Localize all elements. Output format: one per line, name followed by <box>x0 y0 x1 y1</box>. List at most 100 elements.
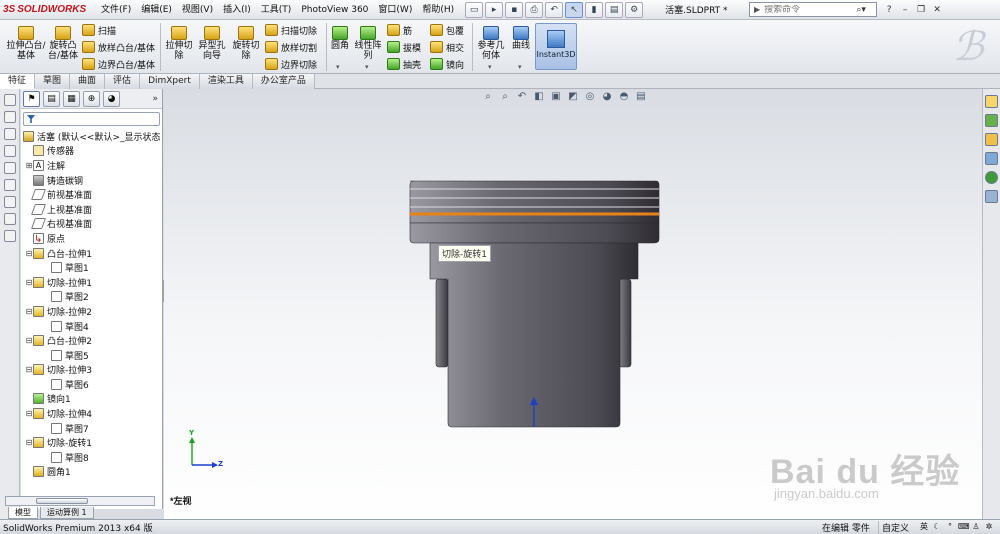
tree-node[interactable]: 草图4 <box>21 319 162 334</box>
options-button[interactable]: ⚙ <box>625 1 644 18</box>
menu-view[interactable]: 视图(V) <box>177 0 218 20</box>
strip-tool-icon[interactable] <box>3 128 16 140</box>
tab-evaluate[interactable]: 评估 <box>105 74 141 89</box>
rib-button[interactable]: 筋 <box>387 22 412 38</box>
status-custom[interactable]: 自定义 <box>878 520 916 534</box>
search-icon[interactable]: ⌕▾ <box>850 5 872 15</box>
chevron-right-icon[interactable]: » <box>152 94 158 104</box>
revolve-boss-button[interactable]: 旋转凸台/基体 <box>46 26 80 61</box>
search-input[interactable] <box>764 4 851 15</box>
restore-icon[interactable]: ❐ <box>915 5 927 15</box>
linear-pattern-button[interactable]: 线性阵列 <box>353 26 383 61</box>
tree-node[interactable]: 草图6 <box>21 377 162 392</box>
home-icon[interactable] <box>985 95 998 108</box>
help-icon[interactable]: ? <box>883 5 895 15</box>
extrude-cut-button[interactable]: 拉伸切除 <box>164 26 194 61</box>
tree-node[interactable]: 镜向1 <box>21 392 162 407</box>
undo-button[interactable]: ↶ <box>545 1 564 18</box>
menu-photoview[interactable]: PhotoView 360 <box>296 0 373 20</box>
wrap-button[interactable]: 包覆 <box>430 22 464 38</box>
swept-cut-button[interactable]: 扫描切除 <box>265 22 317 38</box>
ime-lang-icon[interactable]: 英 <box>919 522 929 532</box>
tree-node[interactable]: ↳ 原点 <box>21 231 162 246</box>
tree-node[interactable]: ⊟ 切除-拉伸3 <box>21 363 162 378</box>
custom-properties-icon[interactable] <box>985 190 998 203</box>
strip-tool-icon[interactable] <box>3 145 16 157</box>
intersect-button[interactable]: 相交 <box>430 39 464 55</box>
minimize-icon[interactable]: – <box>899 5 911 15</box>
expand-toggle-icon[interactable]: ⊟ <box>25 336 33 345</box>
strip-tool-icon[interactable] <box>3 179 16 191</box>
design-library-icon[interactable] <box>985 114 998 127</box>
dimxpert-tab-icon[interactable]: ⊕ <box>83 90 100 107</box>
chevron-down-icon[interactable]: ▾ <box>518 63 522 71</box>
tree-node[interactable]: 草图2 <box>21 290 162 305</box>
revolve-cut-button[interactable]: 旋转切除 <box>230 26 262 61</box>
hole-wizard-button[interactable]: 异型孔向导 <box>196 26 228 61</box>
lofted-cut-button[interactable]: 放样切割 <box>265 39 317 55</box>
tab-surfaces[interactable]: 曲面 <box>70 74 106 89</box>
expand-toggle-icon[interactable]: ⊟ <box>25 278 33 287</box>
menu-edit[interactable]: 编辑(E) <box>136 0 177 20</box>
open-button[interactable]: ▸ <box>485 1 504 18</box>
ime-user-icon[interactable]: ♙ <box>971 522 981 532</box>
select-button[interactable]: ↖ <box>565 1 584 18</box>
display-manager-tab-icon[interactable]: ◕ <box>103 90 120 107</box>
mirror-button[interactable]: 镜向 <box>430 56 464 72</box>
loft-button[interactable]: 放样凸台/基体 <box>82 39 155 55</box>
shell-button[interactable]: 抽壳 <box>387 56 421 72</box>
tab-render-tools[interactable]: 渲染工具 <box>199 74 253 89</box>
menu-tools[interactable]: 工具(T) <box>256 0 297 20</box>
tree-node[interactable]: 前视基准面 <box>21 187 162 202</box>
appearances-icon[interactable] <box>985 171 998 184</box>
strip-tool-icon[interactable] <box>3 111 16 123</box>
tree-node[interactable]: 传感器 <box>21 144 162 159</box>
curves-button[interactable]: 曲线 <box>508 26 534 51</box>
property-manager-tab-icon[interactable]: ▤ <box>43 90 60 107</box>
view-palette-icon[interactable] <box>985 152 998 165</box>
file-explorer-icon[interactable] <box>985 133 998 146</box>
tree-node[interactable]: 草图8 <box>21 450 162 465</box>
tree-node[interactable]: ⊟ 切除-拉伸4 <box>21 406 162 421</box>
expand-toggle-icon[interactable]: ⊟ <box>25 249 33 258</box>
tree-node[interactable]: 铸造碳钢 <box>21 173 162 188</box>
rebuild-button[interactable]: ▮ <box>585 1 604 18</box>
new-doc-button[interactable]: ▭ <box>465 1 484 18</box>
draft-button[interactable]: 拔模 <box>387 39 421 55</box>
tree-node[interactable]: 草图5 <box>21 348 162 363</box>
instant3d-button[interactable]: Instant3D <box>535 23 577 70</box>
solidworks-logo[interactable]: 3S SOLIDWORKS <box>0 4 96 15</box>
save-button[interactable]: ▪ <box>505 1 524 18</box>
expand-toggle-icon[interactable]: ⊟ <box>25 438 33 447</box>
strip-tool-icon[interactable] <box>3 213 16 225</box>
expand-toggle-icon[interactable]: ⊟ <box>25 307 33 316</box>
boundary-cut-button[interactable]: 边界切除 <box>265 56 317 72</box>
scrollbar-thumb[interactable] <box>36 498 88 504</box>
close-icon[interactable]: ✕ <box>931 5 943 15</box>
tree-node[interactable]: ⊟ 切除-拉伸2 <box>21 304 162 319</box>
tree-horizontal-scrollbar[interactable] <box>5 496 155 506</box>
ref-geometry-button[interactable]: 参考几何体 <box>476 26 506 61</box>
expand-toggle-icon[interactable]: ⊞ <box>25 161 33 170</box>
tree-node[interactable]: ⊟ 凸台-拉伸2 <box>21 333 162 348</box>
tab-features[interactable]: 特征 <box>0 74 36 89</box>
tree-node[interactable]: ⊞ A 注解 <box>21 158 162 173</box>
file-props-button[interactable]: ▤ <box>605 1 624 18</box>
config-manager-tab-icon[interactable]: ▦ <box>63 90 80 107</box>
ime-moon-icon[interactable]: ☾ <box>932 522 942 532</box>
ime-punct-icon[interactable]: ° <box>945 522 955 532</box>
boundary-boss-button[interactable]: 边界凸台/基体 <box>82 56 155 72</box>
sweep-button[interactable]: 扫描 <box>82 22 116 38</box>
tab-motion-study[interactable]: 运动算例 1 <box>40 507 94 519</box>
chevron-down-icon[interactable]: ▾ <box>365 63 369 71</box>
tree-root[interactable]: 活塞 (默认<<默认>_显示状态 <box>21 129 162 144</box>
feature-tree-tab-icon[interactable]: ⚑ <box>23 90 40 107</box>
strip-tool-icon[interactable] <box>3 230 16 242</box>
tree-node[interactable]: 圆角1 <box>21 465 162 480</box>
tab-model[interactable]: 模型 <box>8 507 38 519</box>
menu-help[interactable]: 帮助(H) <box>417 0 459 20</box>
tree-node[interactable]: 草图1 <box>21 260 162 275</box>
menu-insert[interactable]: 插入(I) <box>218 0 256 20</box>
tree-filter[interactable] <box>23 112 160 126</box>
expand-toggle-icon[interactable]: ⊟ <box>25 365 33 374</box>
